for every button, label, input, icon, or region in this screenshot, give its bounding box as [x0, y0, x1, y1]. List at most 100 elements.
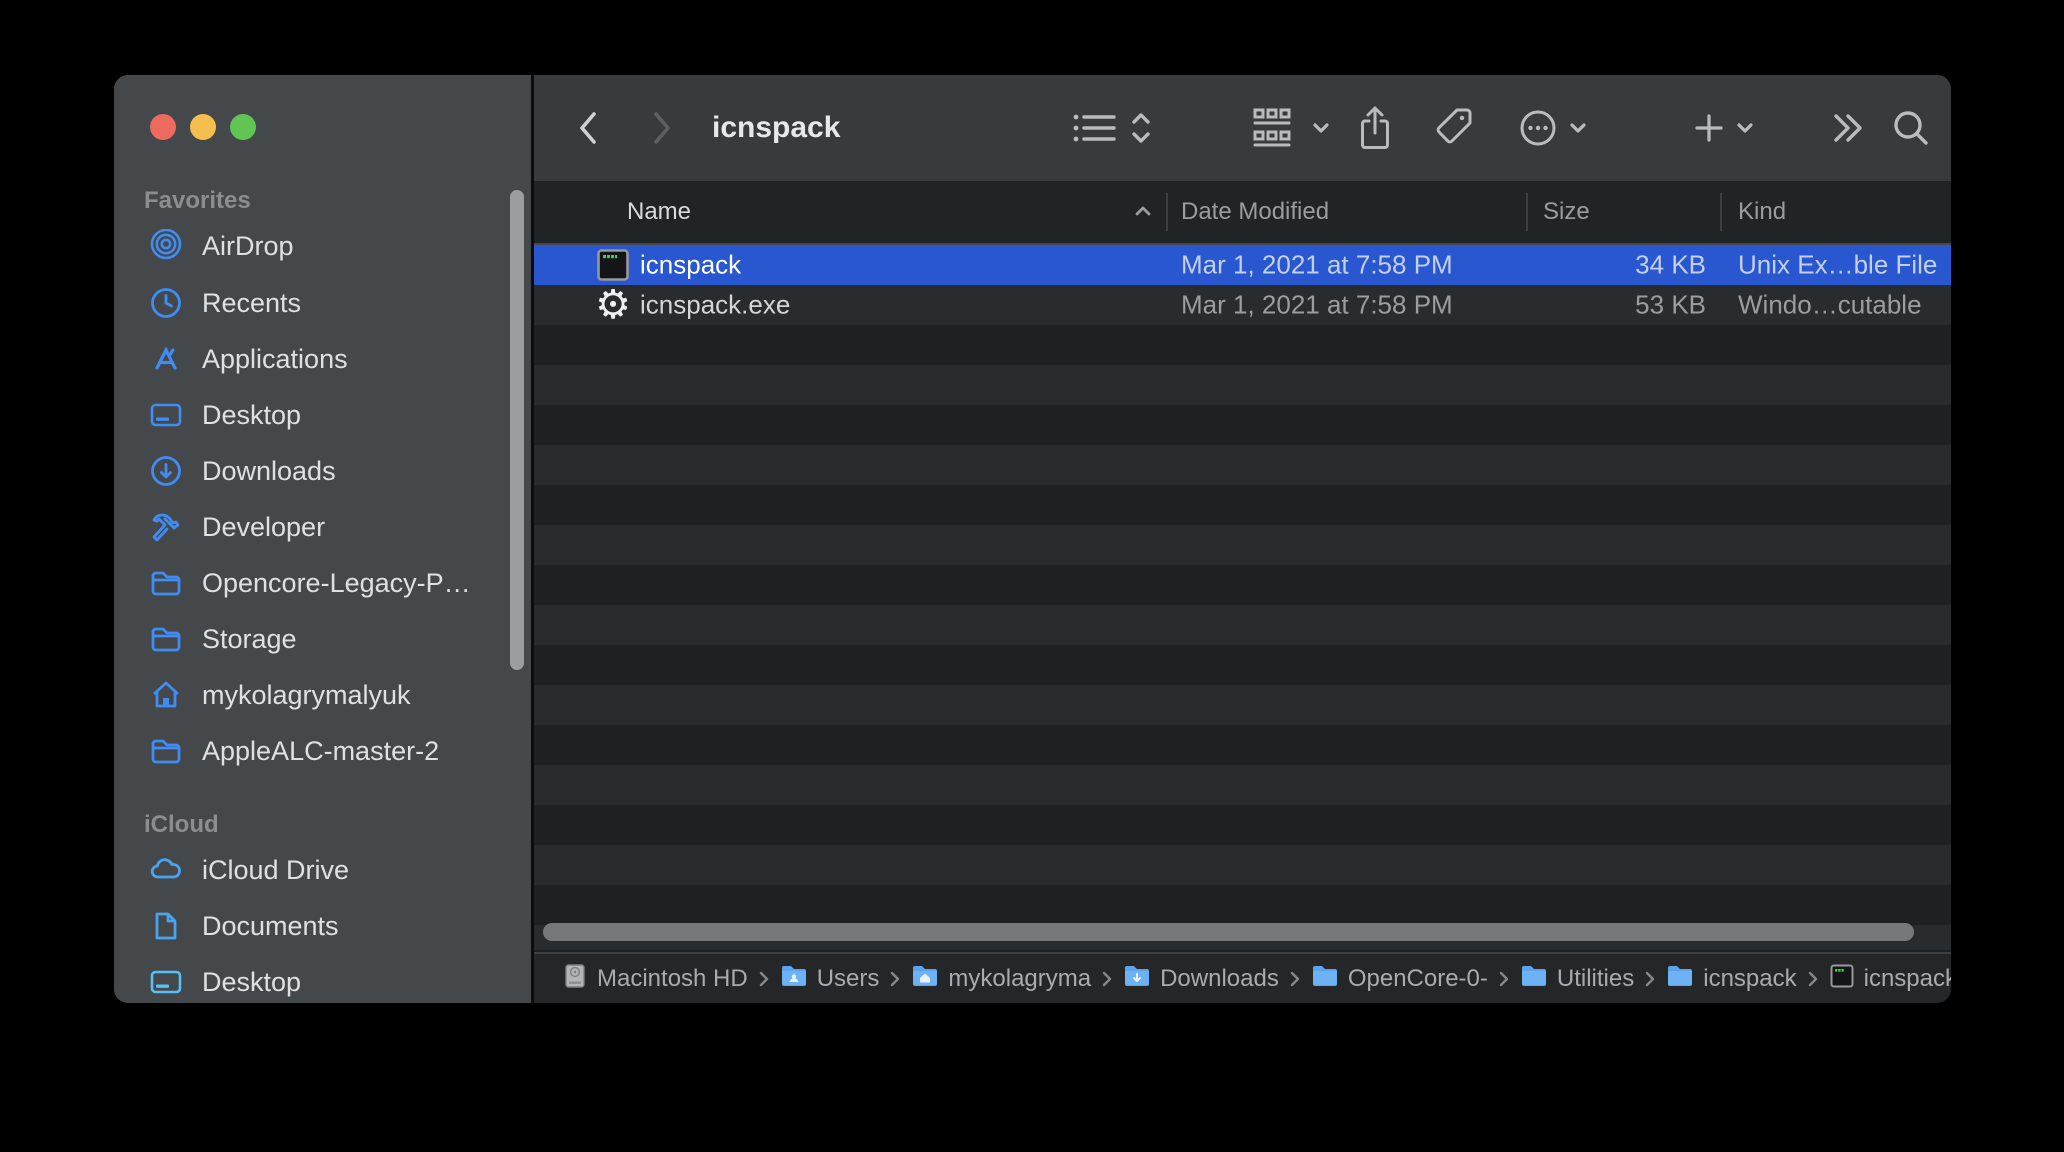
clock-icon — [148, 285, 184, 321]
folder-icon — [1520, 964, 1548, 993]
folder-users-icon — [780, 964, 808, 993]
sidebar-item-label: iCloud Drive — [202, 854, 350, 885]
column-divider[interactable] — [1166, 193, 1168, 231]
folder-icon — [1666, 964, 1694, 993]
list-header: Name Date Modified Size Kind — [534, 181, 1951, 245]
sidebar-item-opencore-legacy[interactable]: Opencore-Legacy-P… — [114, 555, 531, 611]
file-size: 34 KB — [1635, 249, 1706, 280]
sort-ascending-icon — [1131, 198, 1155, 226]
sidebar-item-desktop[interactable]: Desktop — [114, 387, 531, 443]
tag-icon[interactable] — [1434, 106, 1476, 150]
path-item-label: Macintosh HD — [597, 964, 748, 992]
path-item-users[interactable]: Users — [780, 964, 880, 993]
minimize-button[interactable] — [190, 114, 216, 140]
folder-icon — [148, 621, 184, 657]
share-icon[interactable] — [1357, 105, 1393, 151]
chevron-right-icon — [1101, 970, 1113, 988]
chevron-right-icon — [889, 970, 901, 988]
sidebar-item-airdrop[interactable]: AirDrop — [114, 218, 531, 274]
path-item-downloads[interactable]: Downloads — [1123, 964, 1279, 993]
applications-icon — [148, 341, 184, 377]
toolbar-overflow-icon[interactable] — [1828, 110, 1868, 146]
column-header-kind[interactable]: Kind — [1738, 198, 1786, 226]
file-date: Mar 1, 2021 at 7:58 PM — [1181, 249, 1453, 280]
forward-button[interactable] — [646, 106, 676, 150]
horizontal-scrollbar[interactable] — [543, 923, 1914, 941]
desktop-icon — [148, 397, 184, 433]
view-mode-stepper[interactable] — [1127, 106, 1155, 150]
chevron-right-icon — [758, 970, 770, 988]
zoom-button[interactable] — [230, 114, 256, 140]
desktop-icon — [148, 964, 184, 1000]
downloads-icon — [148, 453, 184, 489]
chevron-right-icon — [1807, 970, 1819, 988]
sidebar-item-label: Desktop — [202, 399, 302, 430]
windows-executable-icon: ⚙ — [595, 282, 631, 328]
folder-icon — [148, 733, 184, 769]
path-item-label: Users — [816, 964, 880, 992]
sidebar-item-label: AppleALC-master-2 — [202, 735, 440, 766]
more-options-button[interactable] — [1517, 107, 1589, 149]
column-divider[interactable] — [1526, 193, 1528, 231]
search-icon[interactable] — [1890, 107, 1932, 149]
unix-executable-icon — [595, 247, 631, 283]
file-row-icnspack[interactable]: icnspack Mar 1, 2021 at 7:58 PM 34 KB Un… — [534, 245, 1951, 285]
close-button[interactable] — [150, 114, 176, 140]
path-item-label: OpenCore-0- — [1347, 964, 1488, 992]
chevron-right-icon — [1644, 970, 1656, 988]
main-area: icnspack Name Date Modified Size Kind ic… — [534, 75, 1951, 1003]
folder-icon — [1311, 964, 1339, 993]
sidebar-item-icloud-drive[interactable]: iCloud Drive — [114, 842, 531, 898]
sidebar-item-label: Storage — [202, 623, 297, 654]
window-controls — [150, 114, 256, 140]
path-bar: Macintosh HD Users mykolagryma Downloads… — [534, 952, 1951, 1003]
view-list-button[interactable] — [1071, 109, 1117, 147]
path-item-label: icnspack — [1703, 964, 1797, 992]
sidebar-item-downloads[interactable]: Downloads — [114, 443, 531, 499]
file-size: 53 KB — [1635, 289, 1706, 320]
chevron-right-icon — [1289, 970, 1301, 988]
sidebar-item-applications[interactable]: Applications — [114, 331, 531, 387]
sidebar-item-developer[interactable]: Developer — [114, 499, 531, 555]
sidebar-item-label: Documents — [202, 910, 339, 941]
toolbar: icnspack — [534, 75, 1951, 181]
path-item-label: icnspack — [1863, 964, 1951, 992]
path-item-icnspack-file[interactable]: icnspack — [1829, 963, 1951, 994]
sidebar-item-storage[interactable]: Storage — [114, 611, 531, 667]
path-item-icnspack-folder[interactable]: icnspack — [1666, 964, 1797, 993]
airdrop-icon — [148, 228, 184, 264]
chevron-right-icon — [1498, 970, 1510, 988]
path-item-label: Utilities — [1556, 964, 1635, 992]
window-title: icnspack — [712, 111, 841, 144]
document-icon — [148, 908, 184, 944]
column-header-name[interactable]: Name — [627, 198, 691, 226]
column-divider[interactable] — [1720, 193, 1722, 231]
sidebar-item-label: Developer — [202, 511, 326, 542]
sidebar-item-documents[interactable]: Documents — [114, 898, 531, 954]
path-item-macintosh-hd[interactable]: Macintosh HD — [562, 963, 748, 994]
new-item-button[interactable] — [1692, 111, 1756, 145]
sidebar-item-label: Recents — [202, 287, 302, 318]
folder-downloads-icon — [1123, 964, 1151, 993]
file-kind: Windo…cutable — [1738, 289, 1922, 320]
sidebar-item-desktop-icloud[interactable]: Desktop — [114, 954, 531, 1003]
file-name: icnspack — [640, 249, 742, 280]
sidebar-item-label: Desktop — [202, 966, 302, 997]
group-by-button[interactable] — [1252, 106, 1332, 150]
path-item-opencore[interactable]: OpenCore-0- — [1311, 964, 1488, 993]
file-row-icnspack-exe[interactable]: ⚙ icnspack.exe Mar 1, 2021 at 7:58 PM 53… — [534, 285, 1951, 325]
sidebar-item-recents[interactable]: Recents — [114, 275, 531, 331]
file-name: icnspack.exe — [640, 289, 791, 320]
sidebar-item-home[interactable]: mykolagrymalyuk — [114, 667, 531, 723]
home-icon — [148, 677, 184, 713]
back-button[interactable] — [574, 106, 604, 150]
path-item-user-home[interactable]: mykolagryma — [911, 964, 1091, 993]
sidebar-scrollbar[interactable] — [510, 190, 524, 670]
sidebar-item-label: mykolagrymalyuk — [202, 679, 411, 710]
file-kind: Unix Ex…ble File — [1738, 249, 1938, 280]
sidebar-item-applealc[interactable]: AppleALC-master-2 — [114, 723, 531, 779]
column-header-date-modified[interactable]: Date Modified — [1181, 198, 1329, 226]
column-header-size[interactable]: Size — [1543, 198, 1590, 226]
path-item-utilities[interactable]: Utilities — [1520, 964, 1634, 993]
path-item-label: Downloads — [1160, 964, 1279, 992]
